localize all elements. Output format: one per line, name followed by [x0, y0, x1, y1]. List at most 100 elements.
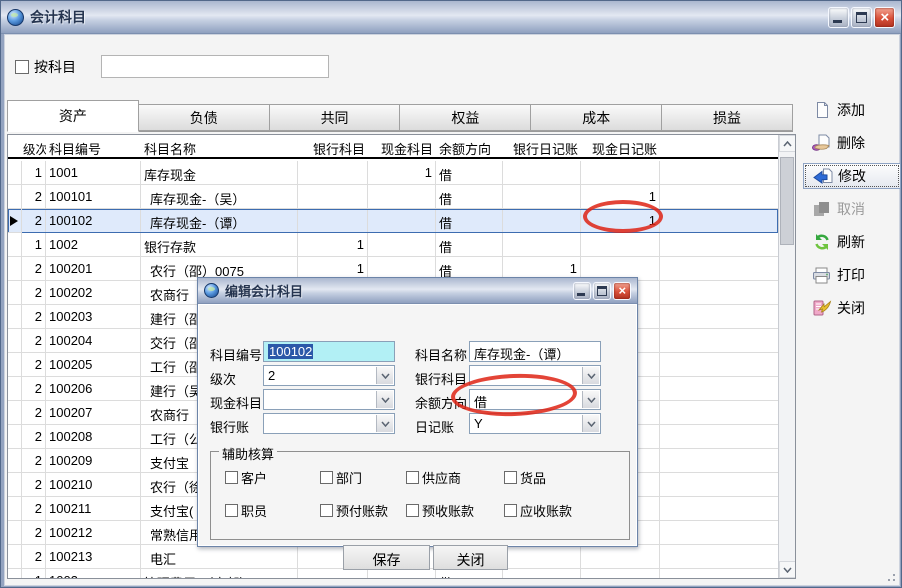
chevron-down-icon[interactable]	[376, 391, 393, 408]
table-row[interactable]: 11002银行存款1借	[8, 233, 778, 257]
checkbox-icon[interactable]	[225, 504, 238, 517]
tab-5[interactable]: 损益	[662, 104, 793, 131]
tab-1[interactable]: 负债	[139, 104, 270, 131]
aux-checkbox-4[interactable]: 职员	[225, 501, 320, 519]
scroll-down-icon[interactable]	[779, 561, 796, 578]
table-cell	[8, 569, 22, 578]
table-row[interactable]: 2100101库存现金-（吴）借1	[8, 185, 778, 209]
tab-3[interactable]: 权益	[400, 104, 531, 131]
table-cell	[660, 401, 778, 425]
chevron-down-icon[interactable]	[582, 391, 599, 408]
dialog-minimize-button[interactable]	[573, 282, 591, 300]
table-cell	[660, 497, 778, 521]
column-header[interactable]: 银行日记账	[503, 135, 581, 157]
dialog-close-action-button[interactable]: 关闭	[433, 545, 508, 570]
name-input[interactable]: 库存现金-（谭）	[469, 341, 601, 362]
chevron-down-icon[interactable]	[376, 415, 393, 432]
column-header[interactable]: 现金科目	[368, 135, 436, 157]
journal-combo[interactable]: Y	[469, 413, 601, 434]
maximize-button[interactable]	[851, 7, 872, 28]
action-button-label: 刷新	[837, 232, 865, 252]
filter-checkbox-label: 按科目	[34, 57, 76, 77]
filter-checkbox[interactable]	[15, 60, 29, 74]
table-cell	[8, 329, 22, 353]
tab-2[interactable]: 共同	[270, 104, 401, 131]
action-button-delete[interactable]: 删除	[803, 130, 901, 156]
cash-subject-combo[interactable]	[263, 389, 395, 410]
dialog-body: 科目编号 100102 科目名称 库存现金-（谭） 级次 2 银行科目 现金科目	[198, 304, 637, 546]
table-cell	[8, 281, 22, 305]
aux-checkbox-0[interactable]: 客户	[225, 468, 320, 486]
vertical-scrollbar[interactable]	[778, 135, 795, 578]
aux-accounting-group: 辅助核算 客户部门供应商货品职员预付账款预收账款应收账款	[210, 451, 630, 540]
checkbox-icon[interactable]	[406, 504, 419, 517]
table-cell: 100211	[46, 497, 141, 521]
chevron-down-icon[interactable]	[376, 367, 393, 384]
table-cell: 2	[22, 305, 46, 329]
table-cell: 2	[22, 521, 46, 545]
dialog-maximize-button[interactable]	[593, 282, 611, 300]
table-cell: 2	[22, 401, 46, 425]
table-cell: 100212	[46, 521, 141, 545]
aux-checkbox-7[interactable]: 应收账款	[504, 501, 572, 519]
scrollbar-thumb[interactable]	[780, 157, 794, 245]
table-cell	[8, 497, 22, 521]
aux-checkbox-2[interactable]: 供应商	[406, 468, 504, 486]
checkbox-icon[interactable]	[406, 471, 419, 484]
column-header[interactable]: 余额方向	[436, 135, 503, 157]
save-button[interactable]: 保存	[343, 545, 430, 570]
table-cell: 2	[22, 545, 46, 569]
edit-account-dialog: 编辑会计科目 × 科目编号 100102 科目名称 库存现金-（谭） 级次 2 …	[197, 277, 638, 547]
chevron-down-icon[interactable]	[582, 415, 599, 432]
dialog-close-button[interactable]: ×	[613, 282, 631, 300]
printer-icon	[811, 266, 832, 285]
action-button-print[interactable]: 打印	[803, 262, 901, 288]
close-button[interactable]: ×	[874, 7, 895, 28]
checkbox-icon[interactable]	[504, 471, 517, 484]
table-cell	[298, 161, 368, 185]
code-input[interactable]: 100102	[263, 341, 395, 362]
table-cell: 借	[436, 569, 503, 578]
column-header[interactable]: 科目名称	[141, 135, 298, 157]
table-row[interactable]: 11001库存现金1借	[8, 161, 778, 185]
checkbox-icon[interactable]	[504, 504, 517, 517]
aux-checkbox-1[interactable]: 部门	[320, 468, 406, 486]
table-cell: 借	[436, 161, 503, 185]
minimize-button[interactable]	[828, 7, 849, 28]
column-header[interactable]: 科目编号	[46, 135, 141, 157]
scroll-up-icon[interactable]	[779, 135, 796, 152]
tab-0[interactable]: 资产	[7, 100, 139, 132]
table-cell	[8, 209, 22, 233]
filter-input[interactable]	[101, 55, 329, 78]
table-row[interactable]: 11003管理费用-（高邮）借	[8, 569, 778, 578]
aux-checkbox-5[interactable]: 预付账款	[320, 501, 406, 519]
column-header[interactable]: 银行科目	[298, 135, 368, 157]
table-cell: 借	[436, 209, 503, 233]
table-cell: 1	[22, 233, 46, 257]
level-combo[interactable]: 2	[263, 365, 395, 386]
table-cell	[660, 521, 778, 545]
column-header[interactable]: 现金日记账	[581, 135, 660, 157]
aux-checkbox-6[interactable]: 预收账款	[406, 501, 504, 519]
bank-account-combo[interactable]	[263, 413, 395, 434]
chevron-down-icon[interactable]	[582, 367, 599, 384]
resize-grip[interactable]	[883, 569, 895, 581]
action-button-column: 添加删除修改取消刷新打印关闭	[803, 97, 901, 321]
table-cell: 2	[22, 377, 46, 401]
tab-4[interactable]: 成本	[531, 104, 662, 131]
table-cell: 100209	[46, 449, 141, 473]
aux-checkbox-3[interactable]: 货品	[504, 468, 572, 486]
action-button-label: 取消	[837, 199, 865, 219]
action-button-modify[interactable]: 修改	[803, 163, 901, 189]
annotation-circle-cash-journal	[583, 200, 663, 233]
checkbox-icon[interactable]	[225, 471, 238, 484]
action-button-refresh[interactable]: 刷新	[803, 229, 901, 255]
table-row[interactable]: 2100102库存现金-（谭）借1	[8, 209, 778, 233]
checkbox-icon[interactable]	[320, 504, 333, 517]
table-cell: 银行存款	[141, 233, 298, 257]
action-button-add[interactable]: 添加	[803, 97, 901, 123]
checkbox-icon[interactable]	[320, 471, 333, 484]
table-cell	[503, 233, 581, 257]
action-button-close[interactable]: 关闭	[803, 295, 901, 321]
column-header[interactable]: 级次	[22, 135, 46, 157]
